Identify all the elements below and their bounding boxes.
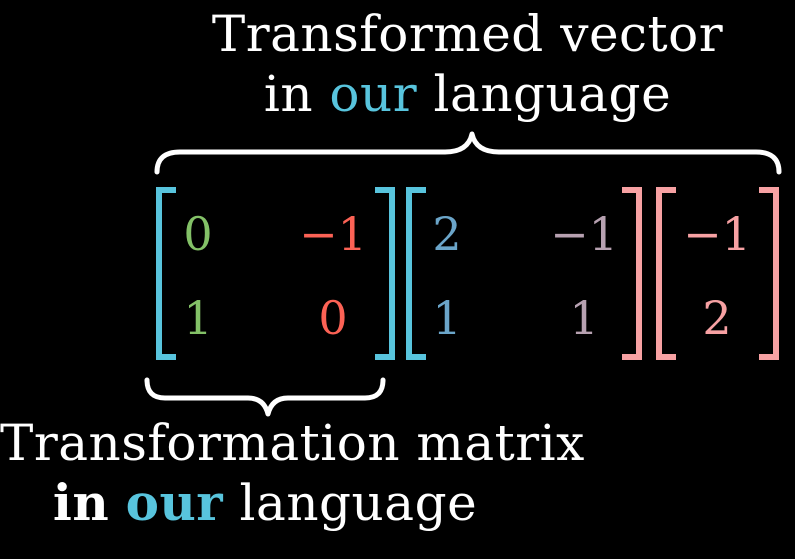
- label-prefix: in: [52, 473, 110, 532]
- matrix-b-entry-11: 2: [432, 207, 462, 261]
- bottom-brace: [144, 377, 386, 417]
- transformation-matrix-label-line1: Transformation matrix: [0, 414, 585, 472]
- matrix-a-entry-11: 0: [183, 207, 213, 261]
- matrix-b-entry-12: −1: [550, 207, 618, 261]
- top-brace: [154, 131, 782, 175]
- vector-c-entry-2: 2: [702, 291, 732, 345]
- matrix-b-entry-22: 1: [569, 291, 599, 345]
- transformation-matrix-label: Transformation matrix in our language: [0, 413, 585, 533]
- label-accent-word: our: [125, 473, 224, 532]
- matrix-b-entry-21: 1: [432, 291, 462, 345]
- vector-c-entry-1: −1: [683, 207, 751, 261]
- matrix-a-entry-12: −1: [299, 207, 367, 261]
- matrix-a-entry-22: 0: [318, 291, 348, 345]
- matrix-a-entry-21: 1: [183, 291, 213, 345]
- label-suffix: language: [239, 474, 478, 532]
- transformation-matrix-label-line2: in our language: [0, 473, 530, 533]
